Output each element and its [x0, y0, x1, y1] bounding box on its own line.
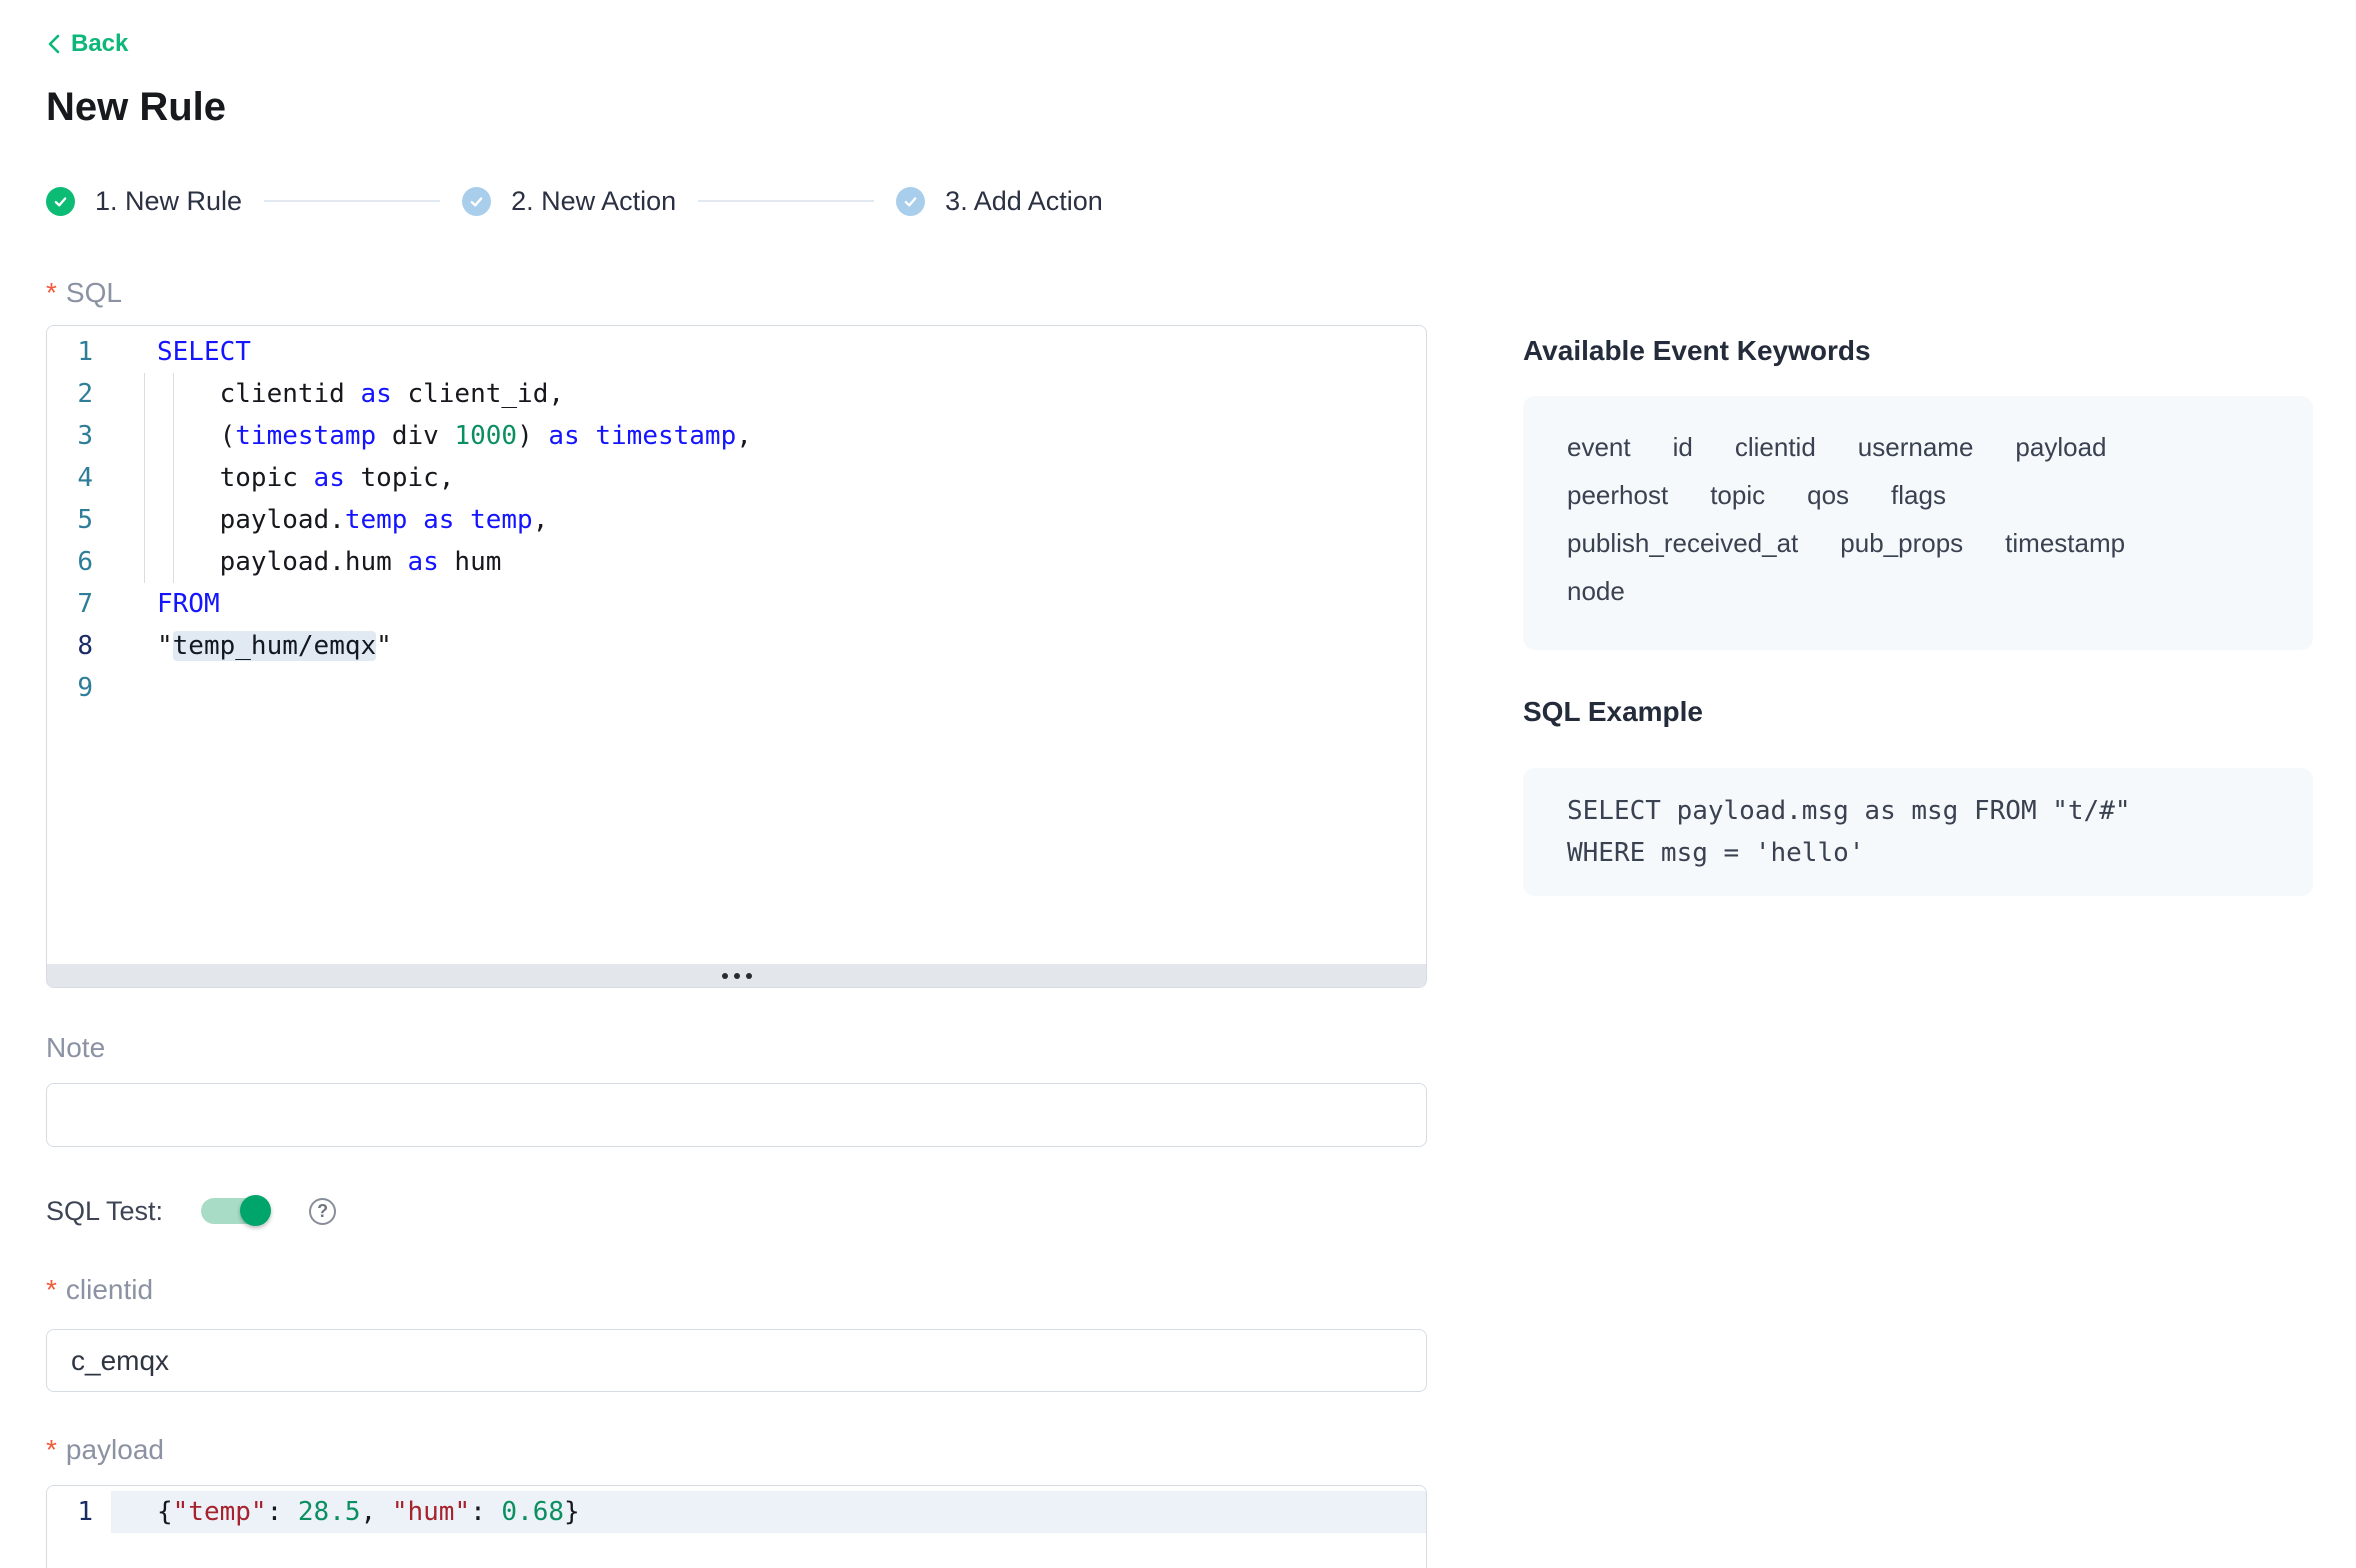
code-line: 2 clientid as client_id, — [47, 373, 1426, 415]
keyword-item: topic — [1710, 480, 1765, 510]
sql-test-row: SQL Test: ? — [46, 1195, 1427, 1227]
code-text: SELECT — [111, 331, 1426, 373]
sql-field-label: * SQL — [46, 278, 1427, 308]
stepper-step-1: 1. New Rule — [46, 186, 242, 217]
step-check-icon — [462, 187, 491, 216]
code-line: 1{"temp": 28.5, "hum": 0.68} — [47, 1491, 1426, 1533]
back-chevron-icon — [46, 32, 61, 56]
wizard-stepper: 1. New Rule 2. New Action 3. Add Action — [46, 186, 1427, 216]
keyword-item: qos — [1807, 480, 1849, 510]
code-text: {"temp": 28.5, "hum": 0.68} — [111, 1491, 1426, 1533]
sql-example-line: SELECT payload.msg as msg FROM "t/#" — [1567, 790, 2269, 832]
keyword-item: event — [1567, 432, 1631, 462]
code-line: 6 payload.hum as hum — [47, 541, 1426, 583]
resize-dot — [722, 973, 728, 979]
line-number: 2 — [47, 373, 111, 415]
keyword-item: pub_props — [1840, 528, 1963, 558]
indent-guide — [144, 373, 145, 583]
line-number: 1 — [47, 1491, 111, 1533]
step-connector — [264, 200, 440, 202]
code-line: 3 (timestamp div 1000) as timestamp, — [47, 415, 1426, 457]
line-number: 5 — [47, 499, 111, 541]
line-number: 9 — [47, 667, 111, 709]
keyword-item: username — [1858, 432, 1974, 462]
sql-code-editor[interactable]: 1SELECT2 clientid as client_id,3 (timest… — [46, 325, 1427, 988]
editor-resize-handle[interactable] — [47, 964, 1426, 987]
sql-example-box: SELECT payload.msg as msg FROM "t/#"WHER… — [1523, 768, 2313, 896]
keywords-panel: event id clientid username payload peerhost to… — [1523, 396, 2313, 650]
sql-test-label: SQL Test: — [46, 1196, 163, 1227]
resize-dot — [734, 973, 740, 979]
step-label: 2. New Action — [511, 186, 676, 217]
keyword-item: publish_received_at — [1567, 528, 1798, 558]
sql-code-content: 1SELECT2 clientid as client_id,3 (timest… — [47, 326, 1426, 709]
keyword-item: timestamp — [2005, 528, 2125, 558]
step-check-icon — [46, 187, 75, 216]
code-text: "temp_hum/emqx" — [111, 625, 1426, 667]
code-text: (timestamp div 1000) as timestamp, — [111, 415, 1426, 457]
line-number: 6 — [47, 541, 111, 583]
keyword-row: node — [1567, 576, 2269, 606]
keyword-item: clientid — [1735, 432, 1816, 462]
code-line: 8"temp_hum/emqx" — [47, 625, 1426, 667]
new-rule-page: Back New Rule 1. New Rule 2. New Action 3.… — [0, 0, 2356, 1568]
keyword-item: node — [1567, 576, 1625, 606]
line-number: 3 — [47, 415, 111, 457]
keyword-item: payload — [2015, 432, 2106, 462]
line-number: 1 — [47, 331, 111, 373]
payload-field-label: * payload — [46, 1435, 1427, 1465]
keyword-item: flags — [1891, 480, 1946, 510]
keywords-panel-title: Available Event Keywords — [1523, 336, 2313, 366]
back-link[interactable]: Back — [46, 30, 128, 58]
required-asterisk: * — [46, 278, 57, 308]
code-line: 5 payload.temp as temp, — [47, 499, 1426, 541]
code-text: FROM — [111, 583, 1426, 625]
required-asterisk: * — [46, 1275, 57, 1305]
line-number: 7 — [47, 583, 111, 625]
keyword-row: publish_received_at pub_props timestamp — [1567, 528, 2269, 558]
main-form-column: Back New Rule 1. New Rule 2. New Action 3.… — [46, 0, 1427, 1568]
code-line: 1SELECT — [47, 331, 1426, 373]
keyword-item: id — [1673, 432, 1693, 462]
code-line: 4 topic as topic, — [47, 457, 1426, 499]
code-text: topic as topic, — [111, 457, 1426, 499]
step-label: 1. New Rule — [95, 186, 242, 217]
keyword-row: event id clientid username payload — [1567, 432, 2269, 462]
note-input[interactable] — [46, 1083, 1427, 1147]
payload-code-editor[interactable]: 1{"temp": 28.5, "hum": 0.68} — [46, 1485, 1427, 1568]
required-asterisk: * — [46, 1435, 57, 1465]
line-number: 4 — [47, 457, 111, 499]
code-line: 9 — [47, 667, 1426, 709]
stepper-step-2: 2. New Action — [462, 186, 676, 217]
help-icon[interactable]: ? — [309, 1198, 336, 1225]
clientid-input[interactable] — [46, 1329, 1427, 1392]
stepper-step-3: 3. Add Action — [896, 186, 1103, 217]
clientid-field-label: * clientid — [46, 1275, 1427, 1305]
toggle-knob — [240, 1195, 271, 1226]
step-label: 3. Add Action — [945, 186, 1103, 217]
sql-example-line: WHERE msg = 'hello' — [1567, 832, 2269, 874]
help-sidebar: Available Event Keywords event id clientid… — [1523, 336, 2313, 896]
code-line: 7FROM — [47, 583, 1426, 625]
step-connector — [698, 200, 874, 202]
code-text: payload.temp as temp, — [111, 499, 1426, 541]
sql-example-title: SQL Example — [1523, 697, 2313, 727]
sql-test-toggle[interactable] — [201, 1198, 269, 1224]
keyword-item: peerhost — [1567, 480, 1668, 510]
indent-guide — [173, 373, 174, 583]
resize-dot — [746, 973, 752, 979]
payload-code-content: 1{"temp": 28.5, "hum": 0.68} — [47, 1486, 1426, 1533]
code-text — [111, 667, 1426, 709]
step-check-icon — [896, 187, 925, 216]
code-text: clientid as client_id, — [111, 373, 1426, 415]
page-title: New Rule — [46, 83, 1427, 131]
code-text: payload.hum as hum — [111, 541, 1426, 583]
back-label: Back — [71, 30, 128, 58]
line-number: 8 — [47, 625, 111, 667]
note-field-label: Note — [46, 1033, 1427, 1063]
keyword-row: peerhost topic qos flags — [1567, 480, 2269, 510]
